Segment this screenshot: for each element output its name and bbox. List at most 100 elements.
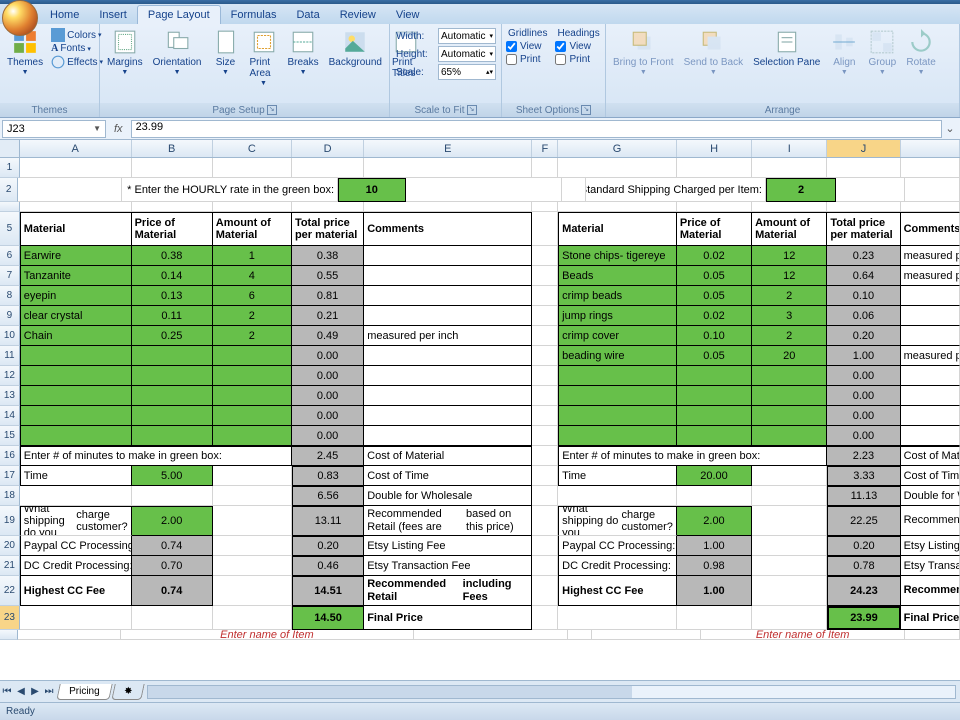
row-20[interactable]: 20 bbox=[0, 536, 20, 556]
row-19[interactable]: 19 bbox=[0, 506, 20, 536]
tab-insert[interactable]: Insert bbox=[89, 6, 137, 24]
mat-name-l[interactable]: eyepin bbox=[20, 286, 132, 306]
mat-amt-r[interactable]: 2 bbox=[752, 326, 827, 346]
mat-amt-l[interactable]: 2 bbox=[213, 326, 292, 346]
hdr-total-l[interactable]: Total price per material bbox=[292, 212, 364, 246]
tab-next-icon[interactable]: ▶ bbox=[28, 686, 42, 697]
width-combo[interactable]: Automatic▾ bbox=[438, 28, 496, 44]
mat-comment-l[interactable] bbox=[364, 366, 532, 386]
minutes-label-r[interactable]: Enter # of minutes to make in green box: bbox=[558, 446, 827, 466]
mat-total-l[interactable]: 0.00 bbox=[292, 386, 364, 406]
group-button[interactable]: Group▼ bbox=[864, 26, 900, 78]
final-val-r[interactable]: 23.99 bbox=[827, 606, 900, 630]
mat-comment-r[interactable] bbox=[901, 326, 960, 346]
hdr-amount-r[interactable]: Amount of Material bbox=[752, 212, 827, 246]
mat-name-r[interactable]: Stone chips- tigereye bbox=[558, 246, 677, 266]
highest-val-l[interactable]: 0.74 bbox=[132, 576, 213, 606]
mat-price-l[interactable] bbox=[132, 346, 213, 366]
mat-name-l[interactable]: Earwire bbox=[20, 246, 132, 266]
mat-amt-l[interactable]: 1 bbox=[213, 246, 292, 266]
mat-total-l[interactable]: 0.81 bbox=[292, 286, 364, 306]
send-back-button[interactable]: Send to Back▼ bbox=[680, 26, 747, 78]
mat-name-l[interactable]: Chain bbox=[20, 326, 132, 346]
mat-total-r[interactable]: 0.00 bbox=[827, 386, 900, 406]
row-11[interactable]: 11 bbox=[0, 346, 20, 366]
mat-total-r[interactable]: 0.00 bbox=[827, 426, 900, 446]
mat-name-l[interactable]: Tanzanite bbox=[20, 266, 132, 286]
rec-lbl-l[interactable]: Recommended Retail (fees are based on th… bbox=[364, 506, 532, 536]
mat-name-r[interactable] bbox=[558, 386, 677, 406]
fonts-button[interactable]: A Fonts ▾ bbox=[49, 43, 105, 54]
mat-amt-r[interactable]: 20 bbox=[752, 346, 827, 366]
formula-expand-icon[interactable]: ⌄ bbox=[942, 122, 958, 135]
ship-val-l[interactable]: 2.00 bbox=[132, 506, 213, 536]
highest-lbl-l[interactable]: Highest CC Fee bbox=[20, 576, 132, 606]
mat-total-l[interactable]: 0.55 bbox=[292, 266, 364, 286]
mat-price-l[interactable] bbox=[132, 366, 213, 386]
mat-amt-l[interactable] bbox=[213, 386, 292, 406]
mat-comment-r[interactable] bbox=[901, 426, 960, 446]
row-17[interactable]: 17 bbox=[0, 466, 20, 486]
mat-total-l[interactable]: 0.00 bbox=[292, 426, 364, 446]
mat-name-l[interactable]: clear crystal bbox=[20, 306, 132, 326]
time-val-r[interactable]: 20.00 bbox=[677, 466, 752, 486]
colors-button[interactable]: Colors ▾ bbox=[49, 28, 105, 42]
mat-name-r[interactable] bbox=[558, 406, 677, 426]
mat-price-r[interactable]: 0.05 bbox=[677, 346, 752, 366]
tab-last-icon[interactable]: ⏭ bbox=[42, 686, 56, 697]
row-6[interactable]: 6 bbox=[0, 246, 20, 266]
tab-prev-icon[interactable]: ◀ bbox=[14, 686, 28, 697]
page-setup-dialog-icon[interactable]: ↘ bbox=[267, 105, 277, 115]
mat-comment-l[interactable] bbox=[364, 346, 532, 366]
etsy-list-lbl-l[interactable]: Etsy Listing Fee bbox=[364, 536, 532, 556]
double-lbl-r[interactable]: Double for Wh bbox=[901, 486, 960, 506]
dc-val-r[interactable]: 0.98 bbox=[677, 556, 752, 576]
breaks-button[interactable]: Breaks▼ bbox=[284, 26, 323, 78]
gridlines-print-check[interactable]: Print bbox=[506, 54, 549, 65]
dc-lbl-r[interactable]: DC Credit Processing: bbox=[558, 556, 677, 576]
hdr-price-r[interactable]: Price of Material bbox=[677, 212, 752, 246]
gridlines-view-check[interactable]: View bbox=[506, 41, 549, 52]
mat-price-r[interactable] bbox=[677, 386, 752, 406]
mat-total-r[interactable]: 0.10 bbox=[827, 286, 900, 306]
mat-total-l[interactable]: 0.00 bbox=[292, 366, 364, 386]
mat-comment-r[interactable]: measured pe bbox=[901, 346, 960, 366]
mat-name-r[interactable]: jump rings bbox=[558, 306, 677, 326]
mat-comment-l[interactable] bbox=[364, 386, 532, 406]
tab-first-icon[interactable]: ⏮ bbox=[0, 686, 14, 697]
highest-val-r[interactable]: 1.00 bbox=[677, 576, 752, 606]
hdr-amount-l[interactable]: Amount of Material bbox=[213, 212, 292, 246]
mat-total-l[interactable]: 0.49 bbox=[292, 326, 364, 346]
row-21[interactable]: 21 bbox=[0, 556, 20, 576]
enter-name-r[interactable]: Enter name of Item bbox=[701, 630, 905, 640]
mat-amt-r[interactable] bbox=[752, 366, 827, 386]
rec-incl-val-r[interactable]: 24.23 bbox=[827, 576, 900, 606]
time-lbl-l[interactable]: Time bbox=[20, 466, 132, 486]
col-E[interactable]: E bbox=[364, 140, 532, 157]
ship-q-l[interactable]: What shipping do you charge customer? bbox=[20, 506, 132, 536]
formula-input[interactable]: 23.99 bbox=[131, 120, 942, 138]
cost-time-val-r[interactable]: 3.33 bbox=[827, 466, 900, 486]
cost-mat-val-l[interactable]: 2.45 bbox=[292, 446, 364, 466]
rec-lbl-r[interactable]: Recommende based on this bbox=[901, 506, 960, 536]
row-5[interactable]: 5 bbox=[0, 212, 20, 246]
mat-price-r[interactable] bbox=[677, 406, 752, 426]
mat-amt-r[interactable] bbox=[752, 406, 827, 426]
dc-lbl-l[interactable]: DC Credit Processing: bbox=[20, 556, 132, 576]
mat-price-r[interactable]: 0.10 bbox=[677, 326, 752, 346]
tab-page-layout[interactable]: Page Layout bbox=[137, 5, 221, 24]
ship-val-r[interactable]: 2.00 bbox=[677, 506, 752, 536]
rec-val-r[interactable]: 22.25 bbox=[827, 506, 900, 536]
mat-comment-r[interactable] bbox=[901, 406, 960, 426]
cost-time-val-l[interactable]: 0.83 bbox=[292, 466, 364, 486]
mat-price-r[interactable]: 0.02 bbox=[677, 246, 752, 266]
select-all-button[interactable] bbox=[0, 140, 20, 157]
mat-comment-r[interactable]: measured pe bbox=[901, 246, 960, 266]
ship-q-r[interactable]: What shipping do you charge customer? bbox=[558, 506, 677, 536]
rotate-button[interactable]: Rotate▼ bbox=[902, 26, 939, 78]
margins-button[interactable]: Margins▼ bbox=[103, 26, 147, 78]
fx-icon[interactable]: fx bbox=[106, 123, 131, 135]
print-area-button[interactable]: Print Area▼ bbox=[246, 26, 282, 89]
row-18[interactable]: 18 bbox=[0, 486, 20, 506]
mat-name-r[interactable]: beading wire bbox=[558, 346, 677, 366]
